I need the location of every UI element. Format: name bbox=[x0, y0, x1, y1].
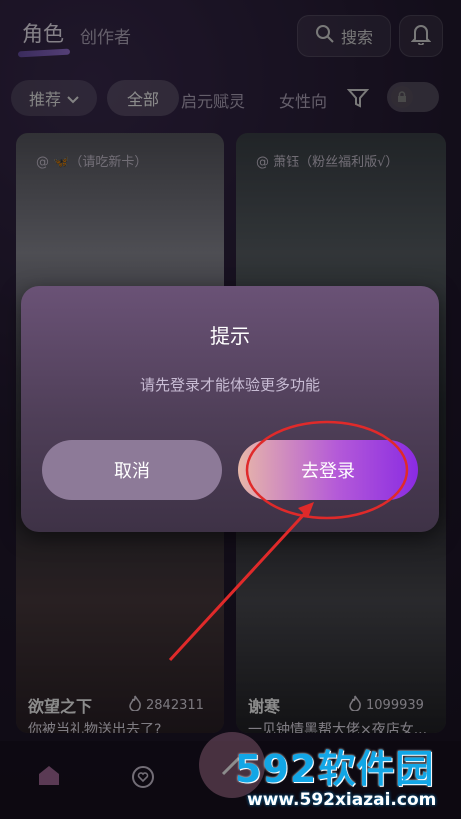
watermark-url: www.592xiazai.com bbox=[247, 790, 437, 810]
cancel-button[interactable]: 取消 bbox=[42, 440, 222, 500]
dialog-message: 请先登录才能体验更多功能 bbox=[139, 376, 320, 394]
watermark: 592软件园 www.592xiazai.com bbox=[229, 738, 461, 819]
watermark-logo: 592软件园 bbox=[235, 747, 435, 791]
login-button[interactable]: 去登录 bbox=[238, 440, 418, 500]
login-prompt-dialog: 提示 请先登录才能体验更多功能 取消 去登录 bbox=[21, 286, 439, 532]
dialog-title: 提示 bbox=[210, 324, 250, 348]
